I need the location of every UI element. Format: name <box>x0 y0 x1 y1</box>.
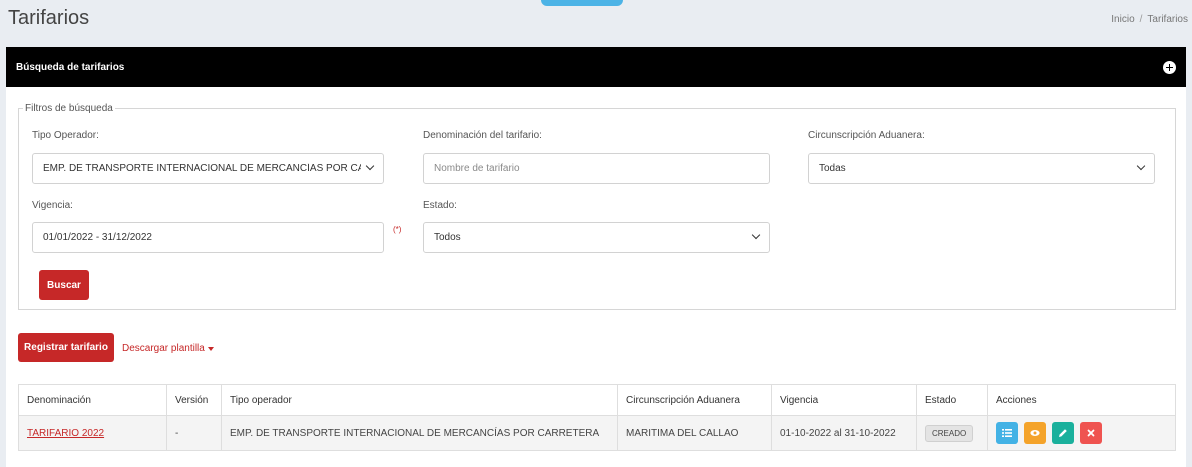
breadcrumb: Inicio / Tarifarios <box>1111 14 1188 25</box>
page-title: Tarifarios <box>8 7 90 29</box>
caret-down-icon <box>207 346 214 351</box>
tipo-operador-label: Tipo Operador: <box>32 130 99 141</box>
search-button[interactable]: Buscar <box>39 270 89 300</box>
circunscripcion-label: Circunscripción Aduanera: <box>808 130 925 141</box>
close-icon[interactable] <box>1080 422 1102 444</box>
col-vigencia[interactable]: Vigencia <box>771 384 917 416</box>
vigencia-label: Vigencia: <box>32 200 73 211</box>
register-tariff-button[interactable]: Registrar tarifario <box>18 333 114 362</box>
tariffs-table: Denominación Versión Tipo operador Circu… <box>18 384 1176 451</box>
estado-value: Todos <box>434 232 461 243</box>
panel-title: Búsqueda de tarifarios <box>16 61 125 73</box>
vigencia-date-range-input[interactable]: 01/01/2022 - 31/12/2022 <box>32 222 384 253</box>
chevron-down-icon <box>1136 161 1146 171</box>
tariff-name-link[interactable]: TARIFARIO 2022 <box>27 428 104 439</box>
download-template-dropdown[interactable]: Descargar plantilla <box>122 343 214 354</box>
estado-label: Estado: <box>423 200 457 211</box>
cell-acciones <box>987 415 1176 451</box>
table-row: TARIFARIO 2022 - EMP. DE TRANSPORTE INTE… <box>18 415 1176 451</box>
cell-version: - <box>166 415 222 451</box>
page-header: Tarifarios Inicio / Tarifarios <box>0 0 1192 44</box>
col-acciones: Acciones <box>987 384 1176 416</box>
collapse-plus-icon[interactable] <box>1163 60 1176 74</box>
denominacion-input[interactable]: Nombre de tarifario <box>423 153 770 184</box>
col-estado[interactable]: Estado <box>916 384 988 416</box>
col-circunscripcion[interactable]: Circunscripción Aduanera <box>617 384 772 416</box>
breadcrumb-current: Tarifarios <box>1147 14 1188 25</box>
row-actions <box>996 422 1167 444</box>
list-icon[interactable] <box>996 422 1018 444</box>
eye-icon[interactable] <box>1024 422 1046 444</box>
status-badge: CREADO <box>925 424 974 442</box>
cell-denominacion: TARIFARIO 2022 <box>18 415 167 451</box>
tipo-operador-select[interactable]: EMP. DE TRANSPORTE INTERNACIONAL DE MERC… <box>32 153 384 184</box>
cell-circunscripcion: MARITIMA DEL CALLAO <box>617 415 772 451</box>
pencil-icon[interactable] <box>1052 422 1074 444</box>
table-header-row: Denominación Versión Tipo operador Circu… <box>18 384 1176 416</box>
breadcrumb-home[interactable]: Inicio <box>1111 14 1134 25</box>
chevron-down-icon <box>365 161 375 171</box>
required-mark: (*) <box>393 225 402 234</box>
circunscripcion-value: Todas <box>819 163 846 174</box>
filters-legend: Filtros de búsqueda <box>25 103 113 114</box>
download-template-label: Descargar plantilla <box>122 343 205 354</box>
col-tipo-operador[interactable]: Tipo operador <box>221 384 618 416</box>
chevron-down-icon <box>751 230 761 240</box>
cell-tipo-operador: EMP. DE TRANSPORTE INTERNACIONAL DE MERC… <box>221 415 618 451</box>
panel-header: Búsqueda de tarifarios <box>6 47 1186 87</box>
estado-select[interactable]: Todos <box>423 222 770 253</box>
denominacion-label: Denominación del tarifario: <box>423 130 542 141</box>
search-panel: Búsqueda de tarifarios Filtros de búsque… <box>6 47 1186 467</box>
breadcrumb-separator: / <box>1139 14 1143 25</box>
denominacion-placeholder: Nombre de tarifario <box>434 163 520 174</box>
vigencia-value: 01/01/2022 - 31/12/2022 <box>43 232 152 243</box>
col-version[interactable]: Versión <box>166 384 222 416</box>
circunscripcion-select[interactable]: Todas <box>808 153 1155 184</box>
col-denominacion[interactable]: Denominación <box>18 384 167 416</box>
cell-vigencia: 01-10-2022 al 31-10-2022 <box>771 415 917 451</box>
search-filters: Filtros de búsqueda Tipo Operador: EMP. … <box>18 103 1176 310</box>
cell-estado: CREADO <box>916 415 988 451</box>
tipo-operador-value: EMP. DE TRANSPORTE INTERNACIONAL DE MERC… <box>43 163 361 174</box>
